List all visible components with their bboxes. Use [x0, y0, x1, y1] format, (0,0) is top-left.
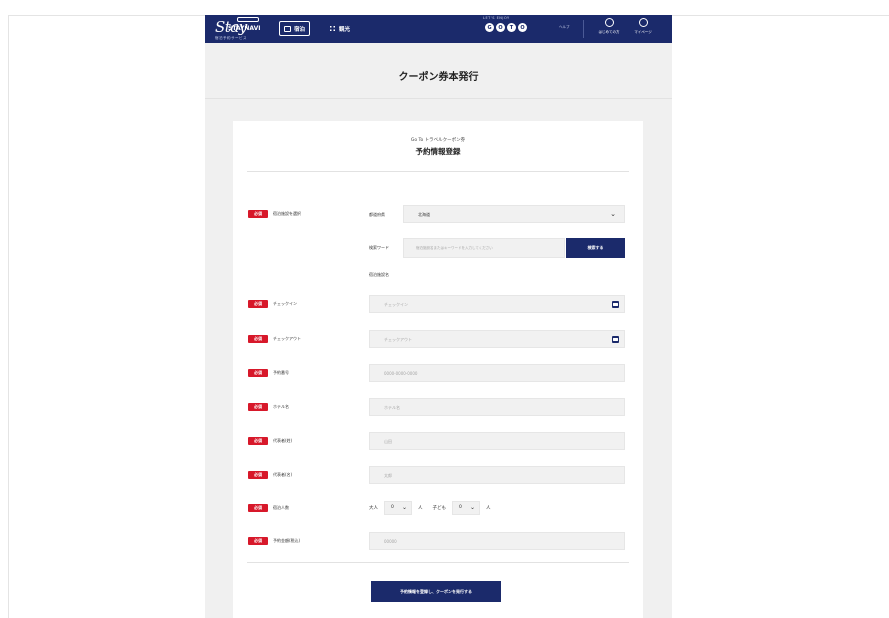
rep-last-placeholder: 山田	[384, 439, 392, 444]
first-time-guide-button[interactable]: はじめての方	[595, 18, 623, 40]
mypage-label: マイページ	[634, 30, 652, 34]
search-button[interactable]: 検索する	[566, 238, 625, 258]
chevron-down-icon: ⌄	[610, 210, 616, 218]
child-unit: 人	[486, 506, 491, 511]
divider	[247, 171, 629, 172]
user-icon	[638, 18, 648, 27]
calendar-icon[interactable]	[612, 301, 619, 308]
adult-count-select[interactable]: 0 ⌄	[384, 501, 412, 515]
adult-unit: 人	[418, 506, 423, 511]
coupon-page: Stay STAYNAVI 宿泊予約サービス 宿泊 観光 LET'S ENJOY…	[205, 15, 672, 618]
card-title: 予約情報登録	[415, 147, 461, 156]
checkin-row-label: 必須 チェックイン	[248, 300, 297, 308]
reservation-number-field[interactable]: 0000-0000-0000	[369, 364, 625, 382]
reservation-row-label: 必須 予約番号	[248, 369, 289, 377]
rep-first-label: 代表者(名)	[273, 472, 293, 477]
checkin-label: チェックイン	[273, 301, 297, 306]
tab-tourism[interactable]: 観光	[325, 21, 354, 36]
prefecture-value: 北海道	[418, 212, 430, 217]
mypage-button[interactable]: マイページ	[629, 18, 657, 40]
reservation-no-label: 予約番号	[273, 370, 289, 375]
tab-stay-label: 宿泊	[294, 26, 306, 33]
calendar-icon	[284, 25, 291, 32]
help-link[interactable]: ヘルプ	[559, 25, 570, 30]
adult-label: 大人	[369, 506, 378, 511]
required-badge: 必須	[248, 437, 268, 445]
adult-count-value: 0	[391, 505, 394, 510]
rep-first-name-field[interactable]: 太郎	[369, 466, 625, 484]
required-badge: 必須	[248, 471, 268, 479]
hotel-name-field[interactable]: ホテル名	[369, 398, 625, 416]
chevron-down-icon: ⌄	[469, 504, 475, 511]
tab-tourism-label: 観光	[339, 26, 351, 33]
goto-label: LET'S ENJOY	[483, 16, 510, 20]
required-badge: 必須	[248, 369, 268, 377]
required-badge: 必須	[248, 335, 268, 343]
guests-row-label: 必須 宿泊人数	[248, 504, 289, 512]
keyword-placeholder: 宿泊施設名またはキーワードを入力してください	[416, 246, 493, 250]
reservation-no-placeholder: 0000-0000-0000	[384, 371, 418, 376]
facility-label: 宿泊施設を選択	[273, 211, 301, 216]
logo-badge	[237, 17, 259, 22]
required-badge: 必須	[248, 403, 268, 411]
required-badge: 必須	[248, 300, 268, 308]
registration-card: Go To トラベルクーポン券 予約情報登録 必須 宿泊施設を選択 都道府県 北…	[233, 121, 643, 618]
keyword-input[interactable]: 宿泊施設名またはキーワードを入力してください	[403, 238, 565, 258]
checkout-row-label: 必須 チェックアウト	[248, 335, 301, 343]
checkout-label: チェックアウト	[273, 336, 301, 341]
grid-icon	[329, 25, 336, 32]
site-header: Stay STAYNAVI 宿泊予約サービス 宿泊 観光 LET'S ENJOY…	[205, 15, 672, 43]
rep-first-row-label: 必須 代表者(名)	[248, 471, 292, 479]
required-badge: 必須	[248, 210, 268, 218]
chevron-down-icon: ⌄	[401, 504, 407, 511]
title-band: クーポン券本発行	[205, 43, 672, 99]
goto-letter-g: G	[485, 23, 494, 32]
guests-label: 宿泊人数	[273, 505, 289, 510]
calendar-icon[interactable]	[612, 336, 619, 343]
tab-stay[interactable]: 宿泊	[279, 21, 311, 36]
page-title: クーポン券本発行	[398, 72, 479, 83]
register-and-issue-coupon-button[interactable]: 予約情報を登録し、クーポンを発行する	[371, 581, 501, 602]
header-divider	[583, 20, 584, 38]
checkin-placeholder: チェックイン	[384, 302, 408, 307]
hotel-placeholder: ホテル名	[384, 405, 400, 410]
checkout-placeholder: チェックアウト	[384, 337, 412, 342]
prefecture-select[interactable]: 北海道 ⌄	[403, 205, 625, 223]
required-badge: 必須	[248, 504, 268, 512]
rep-first-placeholder: 太郎	[384, 473, 392, 478]
keyword-label: 検索ワード	[369, 245, 389, 250]
hotel-row-label: 必須 ホテル名	[248, 403, 289, 411]
goto-letter-t: T	[507, 23, 516, 32]
guide-label: はじめての方	[598, 30, 620, 34]
amount-placeholder: 00000	[384, 539, 397, 544]
required-badge: 必須	[248, 537, 268, 545]
checkout-date-field[interactable]: チェックアウト	[369, 330, 625, 348]
child-count-select[interactable]: 0 ⌄	[452, 501, 480, 515]
facility-row-label: 必須 宿泊施設を選択	[248, 210, 301, 218]
staynavi-logo[interactable]: Stay STAYNAVI 宿泊予約サービス	[215, 17, 273, 41]
checkin-date-field[interactable]: チェックイン	[369, 295, 625, 313]
amount-label: 予約金額(税込)	[273, 538, 301, 543]
guest-count-row: 大人 0 ⌄ 人 子ども 0 ⌄ 人	[369, 501, 491, 515]
rep-last-label: 代表者(姓)	[273, 438, 293, 443]
logo-name: STAYNAVI	[228, 25, 261, 32]
goto-logo: G O T O	[485, 23, 527, 32]
card-subtitle: Go To トラベルクーポン券	[410, 138, 466, 143]
hotel-label: ホテル名	[273, 404, 289, 409]
child-label: 子ども	[432, 506, 447, 511]
goto-letter-o2: O	[518, 23, 527, 32]
goto-letter-o: O	[496, 23, 505, 32]
prefecture-label: 都道府県	[369, 212, 385, 217]
rep-last-row-label: 必須 代表者(姓)	[248, 437, 292, 445]
divider	[247, 562, 629, 563]
clock-icon	[604, 18, 614, 27]
amount-row-label: 必須 予約金額(税込)	[248, 537, 300, 545]
rep-last-name-field[interactable]: 山田	[369, 432, 625, 450]
child-count-value: 0	[459, 505, 462, 510]
reservation-amount-field[interactable]: 00000	[369, 532, 625, 550]
facility-name-label: 宿泊施設名	[369, 272, 389, 277]
logo-subtitle: 宿泊予約サービス	[215, 36, 247, 40]
